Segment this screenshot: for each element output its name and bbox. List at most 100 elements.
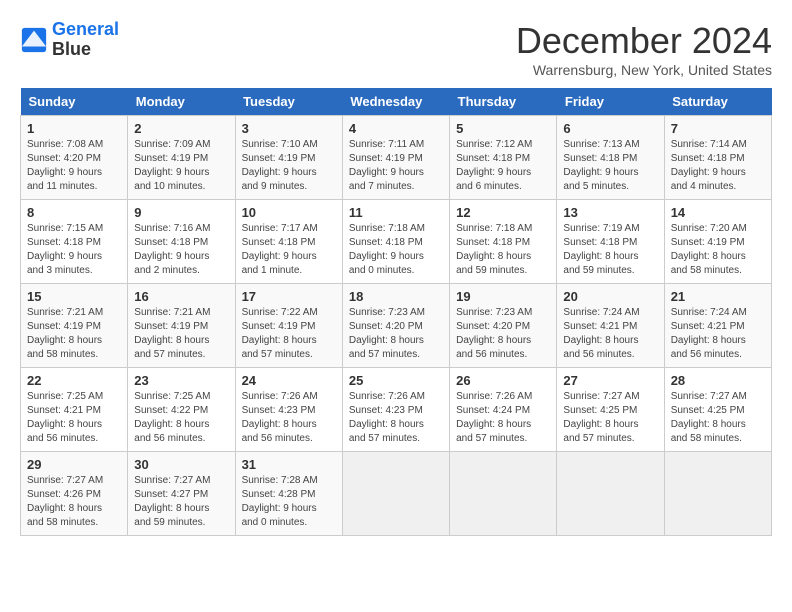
- day-info: Sunrise: 7:10 AMSunset: 4:19 PMDaylight:…: [242, 138, 336, 194]
- day-info: Sunrise: 7:22 AMSunset: 4:19 PMDaylight:…: [242, 306, 336, 362]
- calendar-cell: 16 Sunrise: 7:21 AMSunset: 4:19 PMDayligh…: [128, 284, 235, 368]
- day-number: 14: [671, 205, 765, 220]
- day-info: Sunrise: 7:14 AMSunset: 4:18 PMDaylight:…: [671, 138, 765, 194]
- day-info: Sunrise: 7:21 AMSunset: 4:19 PMDaylight:…: [134, 306, 228, 362]
- calendar-cell: 29Sunrise: 7:27 AMSunset: 4:26 PMDayligh…: [21, 452, 128, 536]
- weekday-header-saturday: Saturday: [664, 88, 771, 116]
- day-info: Sunrise: 7:16 AMSunset: 4:18 PMDaylight:…: [134, 222, 228, 278]
- day-info: Sunrise: 7:24 AMSunset: 4:21 PMDaylight:…: [671, 306, 765, 362]
- calendar-cell: 17 Sunrise: 7:22 AMSunset: 4:19 PMDayligh…: [235, 284, 342, 368]
- day-info: Sunrise: 7:26 AMSunset: 4:23 PMDaylight:…: [242, 390, 336, 446]
- day-number: 12: [456, 205, 550, 220]
- calendar-cell: 12 Sunrise: 7:18 AMSunset: 4:18 PMDayligh…: [450, 200, 557, 284]
- day-info: Sunrise: 7:19 AMSunset: 4:18 PMDaylight:…: [563, 222, 657, 278]
- day-info: Sunrise: 7:18 AMSunset: 4:18 PMDaylight:…: [456, 222, 550, 278]
- day-info: Sunrise: 7:27 AMSunset: 4:25 PMDaylight:…: [671, 390, 765, 446]
- calendar-cell: 23 Sunrise: 7:25 AMSunset: 4:22 PMDayligh…: [128, 368, 235, 452]
- day-info: Sunrise: 7:21 AMSunset: 4:19 PMDaylight:…: [27, 306, 121, 362]
- day-number: 8: [27, 205, 121, 220]
- week-row-2: 8 Sunrise: 7:15 AMSunset: 4:18 PMDaylight…: [21, 200, 772, 284]
- calendar-cell: 8 Sunrise: 7:15 AMSunset: 4:18 PMDaylight…: [21, 200, 128, 284]
- day-info: Sunrise: 7:27 AMSunset: 4:27 PMDaylight:…: [134, 474, 228, 530]
- calendar-cell: 14 Sunrise: 7:20 AMSunset: 4:19 PMDayligh…: [664, 200, 771, 284]
- calendar-cell: 18 Sunrise: 7:23 AMSunset: 4:20 PMDayligh…: [342, 284, 449, 368]
- day-info: Sunrise: 7:12 AMSunset: 4:18 PMDaylight:…: [456, 138, 550, 194]
- week-row-5: 29Sunrise: 7:27 AMSunset: 4:26 PMDayligh…: [21, 452, 772, 536]
- calendar-subtitle: Warrensburg, New York, United States: [516, 62, 772, 78]
- day-number: 31: [242, 457, 336, 472]
- calendar-cell: 2 Sunrise: 7:09 AMSunset: 4:19 PMDaylight…: [128, 116, 235, 200]
- day-number: 21: [671, 289, 765, 304]
- day-number: 4: [349, 121, 443, 136]
- day-number: 29: [27, 457, 121, 472]
- calendar-cell: 28 Sunrise: 7:27 AMSunset: 4:25 PMDayligh…: [664, 368, 771, 452]
- day-number: 22: [27, 373, 121, 388]
- day-info: Sunrise: 7:26 AMSunset: 4:23 PMDaylight:…: [349, 390, 443, 446]
- day-number: 19: [456, 289, 550, 304]
- day-info: Sunrise: 7:24 AMSunset: 4:21 PMDaylight:…: [563, 306, 657, 362]
- calendar-cell: 27 Sunrise: 7:27 AMSunset: 4:25 PMDayligh…: [557, 368, 664, 452]
- day-number: 25: [349, 373, 443, 388]
- calendar-cell: 24Sunrise: 7:26 AMSunset: 4:23 PMDayligh…: [235, 368, 342, 452]
- day-info: Sunrise: 7:27 AMSunset: 4:25 PMDaylight:…: [563, 390, 657, 446]
- day-info: Sunrise: 7:20 AMSunset: 4:19 PMDaylight:…: [671, 222, 765, 278]
- day-number: 27: [563, 373, 657, 388]
- weekday-header-wednesday: Wednesday: [342, 88, 449, 116]
- day-info: Sunrise: 7:23 AMSunset: 4:20 PMDaylight:…: [349, 306, 443, 362]
- calendar-cell: 31 Sunrise: 7:28 AMSunset: 4:28 PMDayligh…: [235, 452, 342, 536]
- calendar-cell: 5 Sunrise: 7:12 AMSunset: 4:18 PMDaylight…: [450, 116, 557, 200]
- day-info: Sunrise: 7:23 AMSunset: 4:20 PMDaylight:…: [456, 306, 550, 362]
- calendar-cell: 4 Sunrise: 7:11 AMSunset: 4:19 PMDaylight…: [342, 116, 449, 200]
- week-row-1: 1 Sunrise: 7:08 AMSunset: 4:20 PMDaylight…: [21, 116, 772, 200]
- day-number: 1: [27, 121, 121, 136]
- weekday-header-thursday: Thursday: [450, 88, 557, 116]
- day-number: 13: [563, 205, 657, 220]
- day-number: 11: [349, 205, 443, 220]
- day-info: Sunrise: 7:26 AMSunset: 4:24 PMDaylight:…: [456, 390, 550, 446]
- calendar-cell: 19 Sunrise: 7:23 AMSunset: 4:20 PMDayligh…: [450, 284, 557, 368]
- day-info: Sunrise: 7:25 AMSunset: 4:21 PMDaylight:…: [27, 390, 121, 446]
- calendar-cell: 25 Sunrise: 7:26 AMSunset: 4:23 PMDayligh…: [342, 368, 449, 452]
- day-info: Sunrise: 7:08 AMSunset: 4:20 PMDaylight:…: [27, 138, 121, 194]
- calendar-cell: 26 Sunrise: 7:26 AMSunset: 4:24 PMDayligh…: [450, 368, 557, 452]
- calendar-cell: 13 Sunrise: 7:19 AMSunset: 4:18 PMDayligh…: [557, 200, 664, 284]
- calendar-cell: 22 Sunrise: 7:25 AMSunset: 4:21 PMDayligh…: [21, 368, 128, 452]
- week-row-3: 15 Sunrise: 7:21 AMSunset: 4:19 PMDayligh…: [21, 284, 772, 368]
- day-number: 18: [349, 289, 443, 304]
- week-row-4: 22 Sunrise: 7:25 AMSunset: 4:21 PMDayligh…: [21, 368, 772, 452]
- calendar-cell: 10Sunrise: 7:17 AMSunset: 4:18 PMDayligh…: [235, 200, 342, 284]
- day-info: Sunrise: 7:28 AMSunset: 4:28 PMDaylight:…: [242, 474, 336, 530]
- logo-line2: Blue: [52, 40, 119, 60]
- day-number: 3: [242, 121, 336, 136]
- day-number: 6: [563, 121, 657, 136]
- day-number: 16: [134, 289, 228, 304]
- day-number: 15: [27, 289, 121, 304]
- weekday-header-row: SundayMondayTuesdayWednesdayThursdayFrid…: [21, 88, 772, 116]
- day-number: 30: [134, 457, 228, 472]
- day-number: 2: [134, 121, 228, 136]
- calendar-cell: 7Sunrise: 7:14 AMSunset: 4:18 PMDaylight…: [664, 116, 771, 200]
- weekday-header-monday: Monday: [128, 88, 235, 116]
- logo-text: General Blue: [52, 20, 119, 60]
- day-number: 5: [456, 121, 550, 136]
- day-info: Sunrise: 7:11 AMSunset: 4:19 PMDaylight:…: [349, 138, 443, 194]
- logo-icon: [20, 26, 48, 54]
- calendar-cell: 20Sunrise: 7:24 AMSunset: 4:21 PMDayligh…: [557, 284, 664, 368]
- day-info: Sunrise: 7:15 AMSunset: 4:18 PMDaylight:…: [27, 222, 121, 278]
- day-number: 28: [671, 373, 765, 388]
- calendar-cell: 11 Sunrise: 7:18 AMSunset: 4:18 PMDayligh…: [342, 200, 449, 284]
- logo-line1: General: [52, 19, 119, 39]
- day-info: Sunrise: 7:09 AMSunset: 4:19 PMDaylight:…: [134, 138, 228, 194]
- calendar-cell: [342, 452, 449, 536]
- day-number: 23: [134, 373, 228, 388]
- calendar-cell: [450, 452, 557, 536]
- calendar-cell: 6Sunrise: 7:13 AMSunset: 4:18 PMDaylight…: [557, 116, 664, 200]
- day-number: 17: [242, 289, 336, 304]
- calendar-title: December 2024: [516, 20, 772, 62]
- day-info: Sunrise: 7:18 AMSunset: 4:18 PMDaylight:…: [349, 222, 443, 278]
- title-block: December 2024 Warrensburg, New York, Uni…: [516, 20, 772, 78]
- calendar-cell: 3 Sunrise: 7:10 AMSunset: 4:19 PMDaylight…: [235, 116, 342, 200]
- day-info: Sunrise: 7:25 AMSunset: 4:22 PMDaylight:…: [134, 390, 228, 446]
- calendar-cell: 30 Sunrise: 7:27 AMSunset: 4:27 PMDayligh…: [128, 452, 235, 536]
- day-number: 26: [456, 373, 550, 388]
